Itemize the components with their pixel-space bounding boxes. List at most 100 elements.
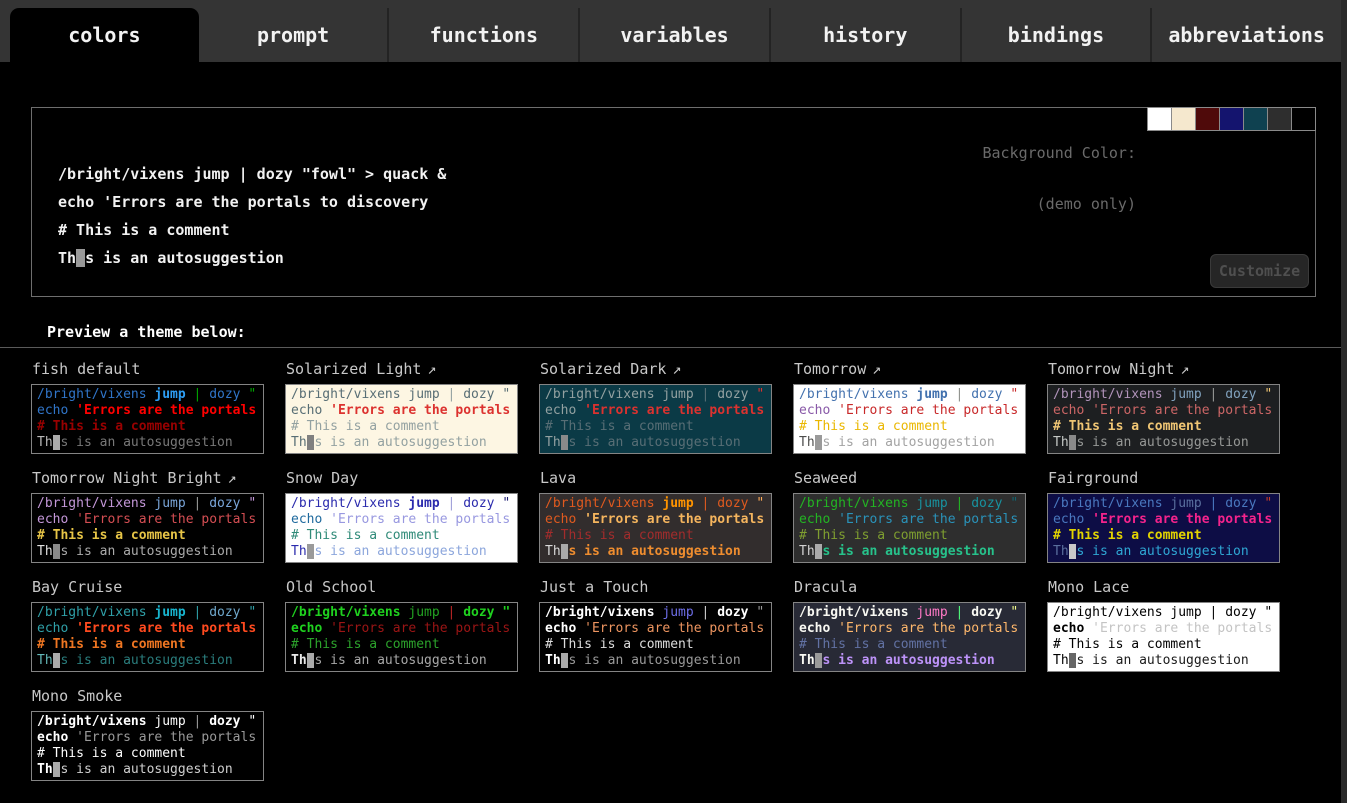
- code-segment: jump: [154, 605, 193, 620]
- code-segment: s is an autosuggestion: [1076, 544, 1248, 559]
- theme-card[interactable]: Lava/bright/vixens jump | dozy "echo 'Er…: [539, 469, 772, 563]
- tab-prompt[interactable]: prompt: [199, 8, 388, 62]
- code-segment: # This is a comment: [37, 528, 186, 543]
- theme-preview[interactable]: /bright/vixens jump | dozy "echo 'Errors…: [1047, 602, 1280, 672]
- external-link-icon[interactable]: ↗: [427, 360, 436, 378]
- bg-swatch-charcoal[interactable]: [1267, 107, 1292, 131]
- code-segment: /bright/vixens: [1053, 605, 1170, 620]
- theme-preview[interactable]: /bright/vixens jump | dozy "echo 'Errors…: [285, 384, 518, 454]
- vertical-scrollbar[interactable]: [1341, 0, 1347, 803]
- theme-name-text: Old School: [286, 578, 376, 596]
- code-segment: /bright/vixens: [545, 496, 662, 511]
- tab-colors[interactable]: colors: [10, 8, 199, 62]
- theme-card[interactable]: Mono Smoke/bright/vixens jump | dozy "ec…: [31, 687, 264, 781]
- tab-functions[interactable]: functions: [387, 8, 578, 62]
- theme-preview-line: # This is a comment: [37, 528, 258, 544]
- external-link-icon[interactable]: ↗: [872, 360, 881, 378]
- theme-preview-line: This is an autosuggestion: [37, 544, 258, 560]
- terminal-line: This is an autosuggestion: [58, 244, 446, 272]
- bg-swatch-dark-red[interactable]: [1195, 107, 1220, 131]
- theme-card[interactable]: Bay Cruise/bright/vixens jump | dozy "ec…: [31, 578, 264, 672]
- theme-name: fish default: [32, 360, 264, 381]
- background-color-swatches: [1148, 107, 1316, 131]
- theme-preview[interactable]: /bright/vixens jump | dozy "echo 'Errors…: [1047, 493, 1280, 563]
- theme-preview[interactable]: /bright/vixens jump | dozy "echo 'Errors…: [793, 602, 1026, 672]
- theme-card[interactable]: Fairground/bright/vixens jump | dozy "ec…: [1047, 469, 1280, 563]
- tab-variables[interactable]: variables: [578, 8, 769, 62]
- theme-preview[interactable]: /bright/vixens jump | dozy "echo 'Errors…: [31, 711, 264, 781]
- bg-swatch-cream[interactable]: [1171, 107, 1196, 131]
- theme-preview-line: This is an autosuggestion: [291, 544, 512, 560]
- theme-name: Solarized Dark↗: [540, 360, 772, 381]
- theme-preview[interactable]: /bright/vixens jump | dozy "echo 'Errors…: [793, 384, 1026, 454]
- code-segment: /bright/vixens: [799, 605, 916, 620]
- theme-preview[interactable]: /bright/vixens jump | dozy "echo 'Errors…: [31, 602, 264, 672]
- code-segment: Th: [1053, 435, 1069, 450]
- code-segment: s is an autosuggestion: [1076, 653, 1248, 668]
- code-segment: 'Errors are the portals: [76, 512, 256, 527]
- code-segment: echo: [37, 403, 76, 418]
- bg-swatch-white[interactable]: [1147, 107, 1172, 131]
- tab-bindings[interactable]: bindings: [960, 8, 1151, 62]
- theme-preview[interactable]: /bright/vixens jump | dozy "echo 'Errors…: [285, 493, 518, 563]
- code-segment: jump: [408, 387, 447, 402]
- bg-swatch-navy[interactable]: [1219, 107, 1244, 131]
- theme-card[interactable]: Dracula/bright/vixens jump | dozy "echo …: [793, 578, 1026, 672]
- theme-card[interactable]: Solarized Dark↗ /bright/vixens jump | doz…: [539, 360, 772, 454]
- theme-card[interactable]: fish default/bright/vixens jump | dozy "…: [31, 360, 264, 454]
- theme-card[interactable]: Solarized Light↗/bright/vixens jump | do…: [285, 360, 518, 454]
- theme-card[interactable]: Old School/bright/vixens jump | dozy "ec…: [285, 578, 518, 672]
- theme-name-text: Tomorrow Night: [1048, 360, 1174, 378]
- theme-card[interactable]: Seaweed/bright/vixens jump | dozy "echo …: [793, 469, 1026, 563]
- code-segment: dozy: [209, 496, 248, 511]
- code-segment: # This is a comment: [799, 419, 948, 434]
- external-link-icon[interactable]: ↗: [1180, 360, 1189, 378]
- code-segment: ": [502, 496, 510, 511]
- theme-preview-line: echo 'Errors are the portals: [545, 512, 766, 528]
- code-segment: /bright/vixens: [291, 496, 408, 511]
- theme-preview-line: /bright/vixens jump | dozy ": [37, 387, 258, 403]
- customize-button[interactable]: Customize: [1210, 254, 1309, 288]
- theme-card[interactable]: Just a Touch/bright/vixens jump | dozy "…: [539, 578, 772, 672]
- bg-swatch-black[interactable]: [1291, 107, 1316, 131]
- code-segment: dozy: [971, 387, 1010, 402]
- background-color-label: Background Color: (demo only): [982, 111, 1136, 247]
- code-segment: 'Errors are the portals: [76, 621, 256, 636]
- bg-swatch-dark-teal[interactable]: [1243, 107, 1268, 131]
- theme-preview-line: echo 'Errors are the portals: [545, 621, 766, 637]
- external-link-icon[interactable]: ↗: [228, 469, 237, 487]
- theme-preview[interactable]: /bright/vixens jump | dozy "echo 'Errors…: [1047, 384, 1280, 454]
- external-link-icon[interactable]: ↗: [672, 360, 681, 378]
- theme-preview-line: This is an autosuggestion: [545, 435, 766, 451]
- code-segment: ": [1010, 387, 1018, 402]
- theme-preview[interactable]: /bright/vixens jump | dozy "echo 'Errors…: [31, 493, 264, 563]
- theme-card[interactable]: Mono Lace/bright/vixens jump | dozy "ech…: [1047, 578, 1280, 672]
- code-segment: 'Errors are the portals: [330, 512, 510, 527]
- code-segment: jump: [1170, 605, 1209, 620]
- themes-header: Preview a theme below:: [47, 323, 246, 341]
- tab-history[interactable]: history: [769, 8, 960, 62]
- theme-preview-line: /bright/vixens jump | dozy ": [291, 387, 512, 403]
- code-segment: Th: [37, 653, 53, 668]
- theme-preview-line: /bright/vixens jump | dozy ": [1053, 605, 1274, 621]
- theme-preview[interactable]: /bright/vixens jump | dozy "echo 'Errors…: [285, 602, 518, 672]
- code-segment: jump: [1170, 496, 1209, 511]
- tab-abbreviations[interactable]: abbreviations: [1150, 8, 1341, 62]
- theme-card[interactable]: Tomorrow Night Bright↗/bright/vixens jum…: [31, 469, 264, 563]
- theme-card[interactable]: Tomorrow↗/bright/vixens jump | dozy "ech…: [793, 360, 1026, 454]
- code-segment: echo: [291, 512, 330, 527]
- theme-card[interactable]: Snow Day/bright/vixens jump | dozy "echo…: [285, 469, 518, 563]
- theme-preview[interactable]: /bright/vixens jump | dozy "echo 'Errors…: [793, 493, 1026, 563]
- theme-preview[interactable]: /bright/vixens jump | dozy "echo 'Errors…: [539, 493, 772, 563]
- code-segment: echo: [291, 621, 330, 636]
- theme-card[interactable]: Tomorrow Night ↗ /bright/vixens jump | doz…: [1047, 360, 1280, 454]
- theme-preview[interactable]: /bright/vixens jump | dozy "echo 'Errors…: [539, 384, 772, 454]
- code-segment: |: [702, 605, 718, 620]
- code-segment: /bright/vixens: [37, 387, 154, 402]
- theme-preview[interactable]: /bright/vixens jump | dozy "echo 'Errors…: [539, 602, 772, 672]
- theme-preview-line: echo 'Errors are the portals: [545, 403, 766, 419]
- theme-preview[interactable]: /bright/vixens jump | dozy "echo 'Errors…: [31, 384, 264, 454]
- theme-name-text: Fairground: [1048, 469, 1138, 487]
- code-segment: echo: [799, 621, 838, 636]
- theme-preview-line: echo 'Errors are the portals: [1053, 621, 1274, 637]
